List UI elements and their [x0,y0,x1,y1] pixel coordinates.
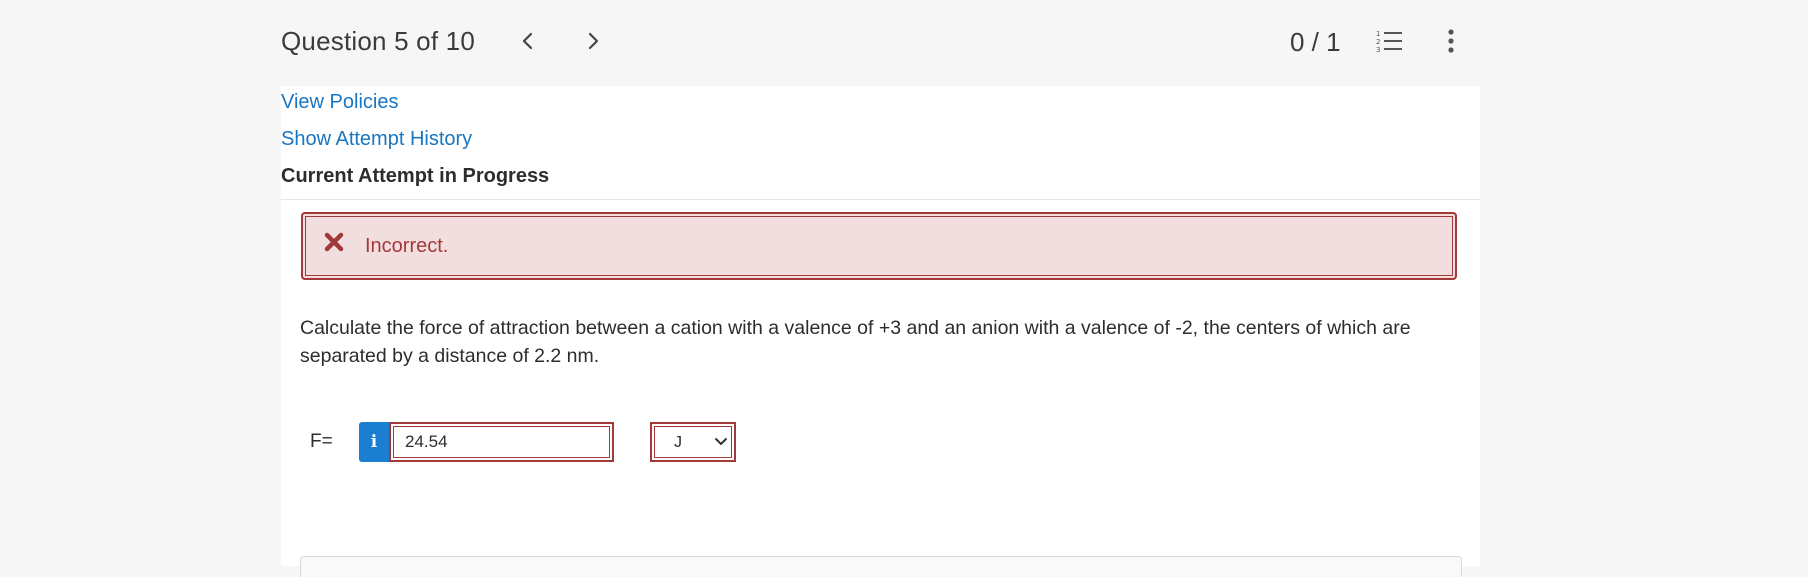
question-text: Calculate the force of attraction betwee… [300,317,1411,367]
question-counter: Question 5 of 10 [281,26,475,56]
score-display: 0 / 1 [1290,27,1341,57]
svg-text:2: 2 [1376,38,1380,46]
divider [281,199,1480,200]
feedback-alert: Incorrect. [301,212,1457,280]
answer-input[interactable] [389,422,614,462]
svg-text:1: 1 [1376,30,1380,38]
chevron-right-icon [588,32,599,50]
next-section-box [300,556,1462,577]
question-panel: View Policies Show Attempt History Curre… [281,86,1480,577]
next-question-button[interactable] [580,26,606,56]
chevron-down-icon [715,438,727,445]
vertical-ellipsis-icon [1448,29,1454,53]
feedback-message: Incorrect. [365,235,449,257]
question-list-button[interactable]: 1 2 3 [1376,29,1404,55]
more-options-button[interactable] [1440,28,1462,56]
chevron-left-icon [522,32,533,50]
info-icon: i [370,432,378,452]
show-attempt-history-link[interactable]: Show Attempt History [281,128,472,151]
unit-selected-value: J [674,434,682,451]
unit-select[interactable]: J [650,422,736,462]
info-button[interactable]: i [359,422,389,462]
question-header: Question 5 of 10 0 / 1 1 2 3 [0,0,1808,86]
numbered-list-icon: 1 2 3 [1376,30,1402,54]
answer-label: F= [310,431,333,452]
svg-text:3: 3 [1376,46,1380,54]
view-policies-link[interactable]: View Policies [281,91,398,114]
x-mark-icon [323,231,345,255]
previous-question-button[interactable] [515,26,541,56]
attempt-heading: Current Attempt in Progress [281,165,550,187]
